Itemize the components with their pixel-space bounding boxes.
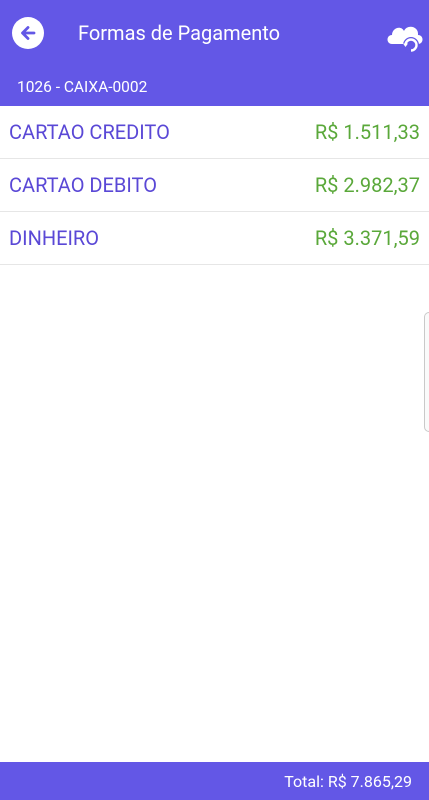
payment-amount: R$ 2.982,37 (314, 173, 420, 197)
app-header: Formas de Pagamento 1026 - CAIXA-0002 (0, 0, 429, 106)
payment-row[interactable]: CARTAO CREDITO R$ 1.511,33 (0, 106, 429, 159)
payment-row[interactable]: CARTAO DEBITO R$ 2.982,37 (0, 159, 429, 212)
total-display: Total: R$ 7.865,29 (284, 771, 412, 793)
payment-method-label: DINHEIRO (9, 226, 99, 250)
back-button[interactable] (12, 17, 44, 49)
total-value: R$ 7.865,29 (327, 772, 412, 791)
arrow-left-icon (21, 26, 36, 40)
payment-amount: R$ 3.371,59 (314, 226, 420, 250)
payment-method-label: CARTAO CREDITO (9, 120, 170, 144)
cloud-sync-icon (387, 26, 423, 53)
total-label: Total: (284, 772, 324, 791)
edge-scroll-handle[interactable] (424, 312, 429, 432)
payment-method-label: CARTAO DEBITO (9, 173, 157, 197)
total-footer: Total: R$ 7.865,29 (0, 762, 429, 800)
register-subtitle: 1026 - CAIXA-0002 (17, 78, 148, 96)
page-title: Formas de Pagamento (78, 21, 281, 45)
cloud-sync-button[interactable] (383, 14, 425, 56)
payment-amount: R$ 1.511,33 (314, 120, 420, 144)
payment-list: CARTAO CREDITO R$ 1.511,33 CARTAO DEBITO… (0, 106, 429, 265)
payment-row[interactable]: DINHEIRO R$ 3.371,59 (0, 212, 429, 265)
